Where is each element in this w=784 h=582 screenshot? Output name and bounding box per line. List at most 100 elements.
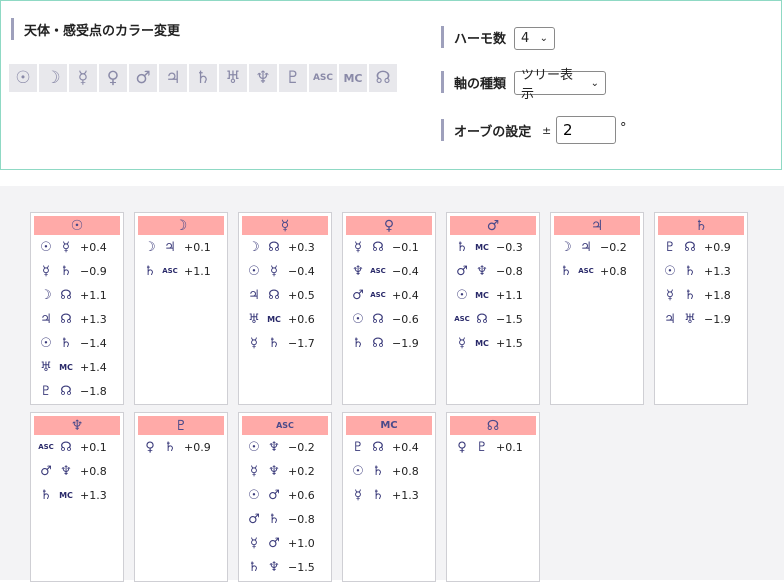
color-button-node[interactable]: ☊ (369, 64, 397, 92)
moon-icon: ☽ (248, 239, 260, 255)
aspect-row: ♄ MC −0.3 (450, 235, 536, 259)
harmonic-select[interactable]: 4 ⌄ (514, 27, 555, 50)
orb-value: −0.2 (600, 240, 627, 254)
neptune-icon: ♆ (268, 559, 280, 575)
sun-icon: ☉ (352, 463, 364, 479)
orb-label: オーブの設定 (441, 119, 531, 141)
saturn-icon: ♄ (164, 439, 176, 455)
aspect-row: ♃ ☊ +0.5 (242, 283, 328, 307)
color-title-text: 天体・感受点のカラー変更 (24, 23, 181, 39)
mars-icon: ♂ (268, 535, 280, 551)
jupiter-icon: ♃ (248, 287, 260, 303)
mars-icon: ♂ (268, 487, 280, 503)
asc-icon: ASC (578, 267, 594, 275)
venus-icon: ♀ (145, 439, 155, 455)
aspect-row: ☿ ♂ +1.0 (242, 531, 328, 555)
aspect-card-mc: MC ♇ ☊ +0.4 ☉ ♄ +0.8 ☿ ♄ +1.3 (342, 412, 436, 582)
saturn-icon: ♄ (268, 511, 280, 527)
node-icon: ☊ (372, 335, 384, 351)
aspect-row: ☿ ♄ −0.9 (34, 259, 120, 283)
node-icon: ☊ (60, 287, 72, 303)
saturn-icon: ♄ (352, 335, 364, 351)
aspect-row: ♄ ASC +0.8 (554, 259, 640, 283)
orb-value: −1.8 (80, 384, 107, 398)
aspect-card-mercury: ☿ ☽ ☊ +0.3 ☉ ☿ −0.4 ♃ ☊ +0.5 ♅ MC +0.6 ☿ ♄ −1.7 (238, 212, 332, 405)
card-header-moon: ☽ (138, 216, 224, 235)
color-section-title: 天体・感受点のカラー変更 (11, 18, 180, 40)
orb-value: −0.4 (288, 264, 315, 278)
node-icon: ☊ (372, 239, 384, 255)
orb-input[interactable] (556, 116, 616, 144)
orb-value: +1.1 (496, 288, 523, 302)
orb-plusminus: ± (542, 124, 552, 137)
color-button-pluto[interactable]: ♇ (279, 64, 307, 92)
color-button-neptune[interactable]: ♆ (249, 64, 277, 92)
title-accent-bar (441, 71, 444, 93)
node-icon: ☊ (372, 439, 384, 455)
aspect-card-neptune: ♆ ASC ☊ +0.1 ♂ ♆ +0.8 ♄ MC +1.3 (30, 412, 124, 582)
venus-icon: ♀ (457, 439, 467, 455)
sun-icon: ☉ (456, 287, 468, 303)
aspect-row: ☉ ♂ +0.6 (242, 483, 328, 507)
color-button-uranus[interactable]: ♅ (219, 64, 247, 92)
saturn-icon: ♄ (40, 487, 52, 503)
title-accent-bar (441, 119, 444, 141)
color-button-asc[interactable]: ASC (309, 64, 337, 92)
aspect-row: ♅ MC +0.6 (242, 307, 328, 331)
moon-icon: ☽ (560, 239, 572, 255)
orb-value: −0.8 (288, 512, 315, 526)
mercury-icon: ☿ (62, 239, 70, 255)
mars-icon: ♂ (248, 511, 260, 527)
mc-icon: MC (343, 71, 363, 85)
mercury-icon: ☿ (42, 263, 50, 279)
mars-icon: ♂ (135, 68, 151, 88)
pluto-icon: ♇ (40, 383, 52, 399)
neptune-icon: ♆ (476, 263, 488, 279)
orb-value: +0.1 (80, 440, 107, 454)
aspect-row: ♅ MC +1.4 (34, 355, 120, 379)
color-button-jupiter[interactable]: ♃ (159, 64, 187, 92)
aspect-card-venus: ♀ ☿ ☊ −0.1 ♆ ASC −0.4 ♂ ASC +0.4 ☉ ☊ −0.6 ♄ ☊ −1.9 (342, 212, 436, 405)
axis-select[interactable]: ツリー表示 ⌄ (514, 68, 606, 102)
aspect-cards-area: ☉ ☉ ☿ +0.4 ☿ ♄ −0.9 ☽ ☊ +1.1 ♃ ☊ +1.3 ☉ ♄ −1.4 ♅ MC +1.4 ♇ ☊… (0, 186, 784, 582)
orb-value: +1.1 (80, 288, 107, 302)
moon-icon: ☽ (144, 239, 156, 255)
orb-value: +0.4 (392, 288, 419, 302)
aspect-card-jupiter: ♃ ☽ ♃ −0.2 ♄ ASC +0.8 (550, 212, 644, 405)
color-button-moon[interactable]: ☽ (39, 64, 67, 92)
aspect-row: ♀ ♇ +0.1 (450, 435, 536, 459)
mc-icon: MC (475, 338, 489, 348)
color-button-saturn[interactable]: ♄ (189, 64, 217, 92)
orb-value: −1.7 (288, 336, 315, 350)
planet-color-buttons: ☉ ☽ ☿ ♀ ♂ ♃ ♄ ♅ ♆ ♇ ASC MC ☊ (9, 64, 399, 92)
aspect-row: ☉ ☿ −0.4 (242, 259, 328, 283)
jupiter-icon: ♃ (580, 239, 592, 255)
jupiter-icon: ♃ (664, 311, 676, 327)
chevron-down-icon: ⌄ (590, 77, 599, 89)
node-icon: ☊ (372, 311, 384, 327)
node-icon: ☊ (60, 383, 72, 399)
orb-value: +0.5 (288, 288, 315, 302)
orb-value: −1.4 (80, 336, 107, 350)
orb-value: −1.5 (288, 560, 315, 574)
saturn-icon: ♄ (144, 263, 156, 279)
aspect-row: ☉ ♄ +0.8 (346, 459, 432, 483)
color-button-mars[interactable]: ♂ (129, 64, 157, 92)
orb-value: +0.8 (600, 264, 627, 278)
jupiter-icon: ♃ (164, 239, 176, 255)
color-button-mercury[interactable]: ☿ (69, 64, 97, 92)
color-button-venus[interactable]: ♀ (99, 64, 127, 92)
orb-value: +1.5 (496, 336, 523, 350)
orb-value: −0.9 (80, 264, 107, 278)
mercury-icon: ☿ (666, 287, 674, 303)
orb-value: +1.3 (704, 264, 731, 278)
aspect-row: ☿ ♆ +0.2 (242, 459, 328, 483)
orb-value: +0.8 (392, 464, 419, 478)
orb-value: +1.1 (184, 264, 211, 278)
aspect-row: ☽ ☊ +1.1 (34, 283, 120, 307)
sun-icon: ☉ (664, 263, 676, 279)
aspect-card-node: ☊ ♀ ♇ +0.1 (446, 412, 540, 582)
mars-icon: ♂ (456, 263, 468, 279)
color-button-mc[interactable]: MC (339, 64, 367, 92)
color-button-sun[interactable]: ☉ (9, 64, 37, 92)
